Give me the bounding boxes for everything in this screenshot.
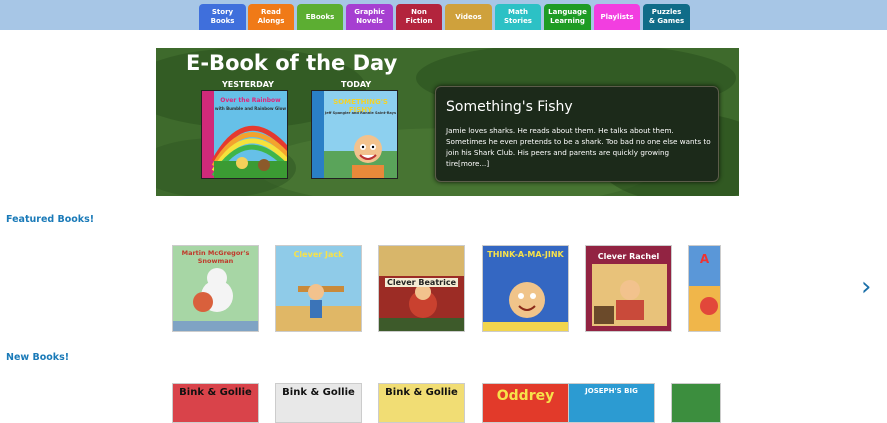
featured-book-4-title: THINK-A-MA-JINK bbox=[487, 250, 564, 259]
new-book-3-title: Bink & Gollie bbox=[385, 387, 458, 398]
featured-book-3-title: Clever Beatrice bbox=[385, 278, 458, 287]
new-book-6[interactable] bbox=[671, 383, 721, 423]
new-book-5[interactable]: JOSEPH'S BIG bbox=[568, 383, 655, 423]
tab-playlists[interactable]: Playlists bbox=[594, 4, 640, 30]
today-book-authors: Jeff Spangler and Ronnie Saint-Rays bbox=[324, 111, 397, 115]
tab-videos[interactable]: Videos bbox=[445, 4, 492, 30]
new-book-1-title: Bink & Gollie bbox=[179, 387, 252, 398]
featured-book-3[interactable]: Clever Beatrice bbox=[378, 245, 465, 332]
featured-book-2-title: Clever Jack bbox=[293, 250, 344, 259]
featured-book-1[interactable]: Martin McGregor's Snowman bbox=[172, 245, 259, 332]
more-link[interactable]: [more...] bbox=[458, 159, 489, 168]
new-book-4[interactable]: Oddrey bbox=[482, 383, 569, 423]
new-book-2[interactable]: Bink & Gollie bbox=[275, 383, 362, 423]
new-book-1[interactable]: Bink & Gollie bbox=[172, 383, 259, 423]
featured-books-heading: Featured Books! bbox=[6, 214, 95, 225]
featured-book-6-title: A bbox=[699, 252, 710, 266]
top-nav-bar: Story Books Read Alongs EBooks Graphic N… bbox=[0, 0, 887, 30]
panel-book-description: Jamie loves sharks. He reads about them.… bbox=[446, 125, 714, 169]
tab-math-stories[interactable]: Math Stories bbox=[495, 4, 541, 30]
today-book-cover[interactable]: SOMETHING'S FISHY Jeff Spangler and Ronn… bbox=[311, 90, 398, 179]
featured-book-5[interactable]: Clever Rachel bbox=[585, 245, 672, 332]
featured-next-chevron-right-icon[interactable]: › bbox=[861, 272, 871, 302]
new-book-2-title: Bink & Gollie bbox=[282, 387, 355, 398]
featured-book-2[interactable]: Clever Jack bbox=[275, 245, 362, 332]
yesterday-label: YESTERDAY bbox=[222, 80, 274, 89]
featured-book-4[interactable]: THINK-A-MA-JINK bbox=[482, 245, 569, 332]
yesterday-book-title: Over the Rainbow bbox=[220, 97, 281, 104]
tab-story-books[interactable]: Story Books bbox=[199, 4, 246, 30]
new-book-3[interactable]: Bink & Gollie bbox=[378, 383, 465, 423]
book-cover-art bbox=[379, 246, 464, 331]
new-books-heading: New Books! bbox=[6, 352, 70, 363]
rainbow-illustration bbox=[202, 91, 287, 178]
panel-book-title: Something's Fishy bbox=[446, 99, 573, 115]
featured-book-1-title: Martin McGregor's Snowman bbox=[181, 249, 250, 265]
tab-language-learning[interactable]: Language Learning bbox=[544, 4, 591, 30]
tab-puzzles-games[interactable]: Puzzles & Games bbox=[643, 4, 690, 30]
tab-read-alongs[interactable]: Read Alongs bbox=[248, 4, 294, 30]
tab-ebooks[interactable]: EBooks bbox=[297, 4, 343, 30]
banner-title: E-Book of the Day bbox=[186, 51, 398, 75]
featured-book-6[interactable]: A bbox=[688, 245, 721, 332]
tab-graphic-novels[interactable]: Graphic Novels bbox=[346, 4, 393, 30]
new-book-5-title: JOSEPH'S BIG bbox=[585, 387, 638, 395]
yesterday-book-cover[interactable]: Over the Rainbow with Bumble and Rainbow… bbox=[201, 90, 288, 179]
yesterday-book-subtitle: with Bumble and Rainbow Glow bbox=[214, 106, 287, 111]
today-label: TODAY bbox=[341, 80, 372, 89]
new-book-4-title: Oddrey bbox=[496, 388, 555, 404]
tab-non-fiction[interactable]: Non Fiction bbox=[396, 4, 442, 30]
ebook-of-the-day-banner: E-Book of the Day YESTERDAY TODAY Over t… bbox=[156, 48, 739, 196]
featured-book-5-title: Clever Rachel bbox=[597, 252, 660, 261]
book-description-panel: Something's Fishy Jamie loves sharks. He… bbox=[435, 86, 719, 182]
